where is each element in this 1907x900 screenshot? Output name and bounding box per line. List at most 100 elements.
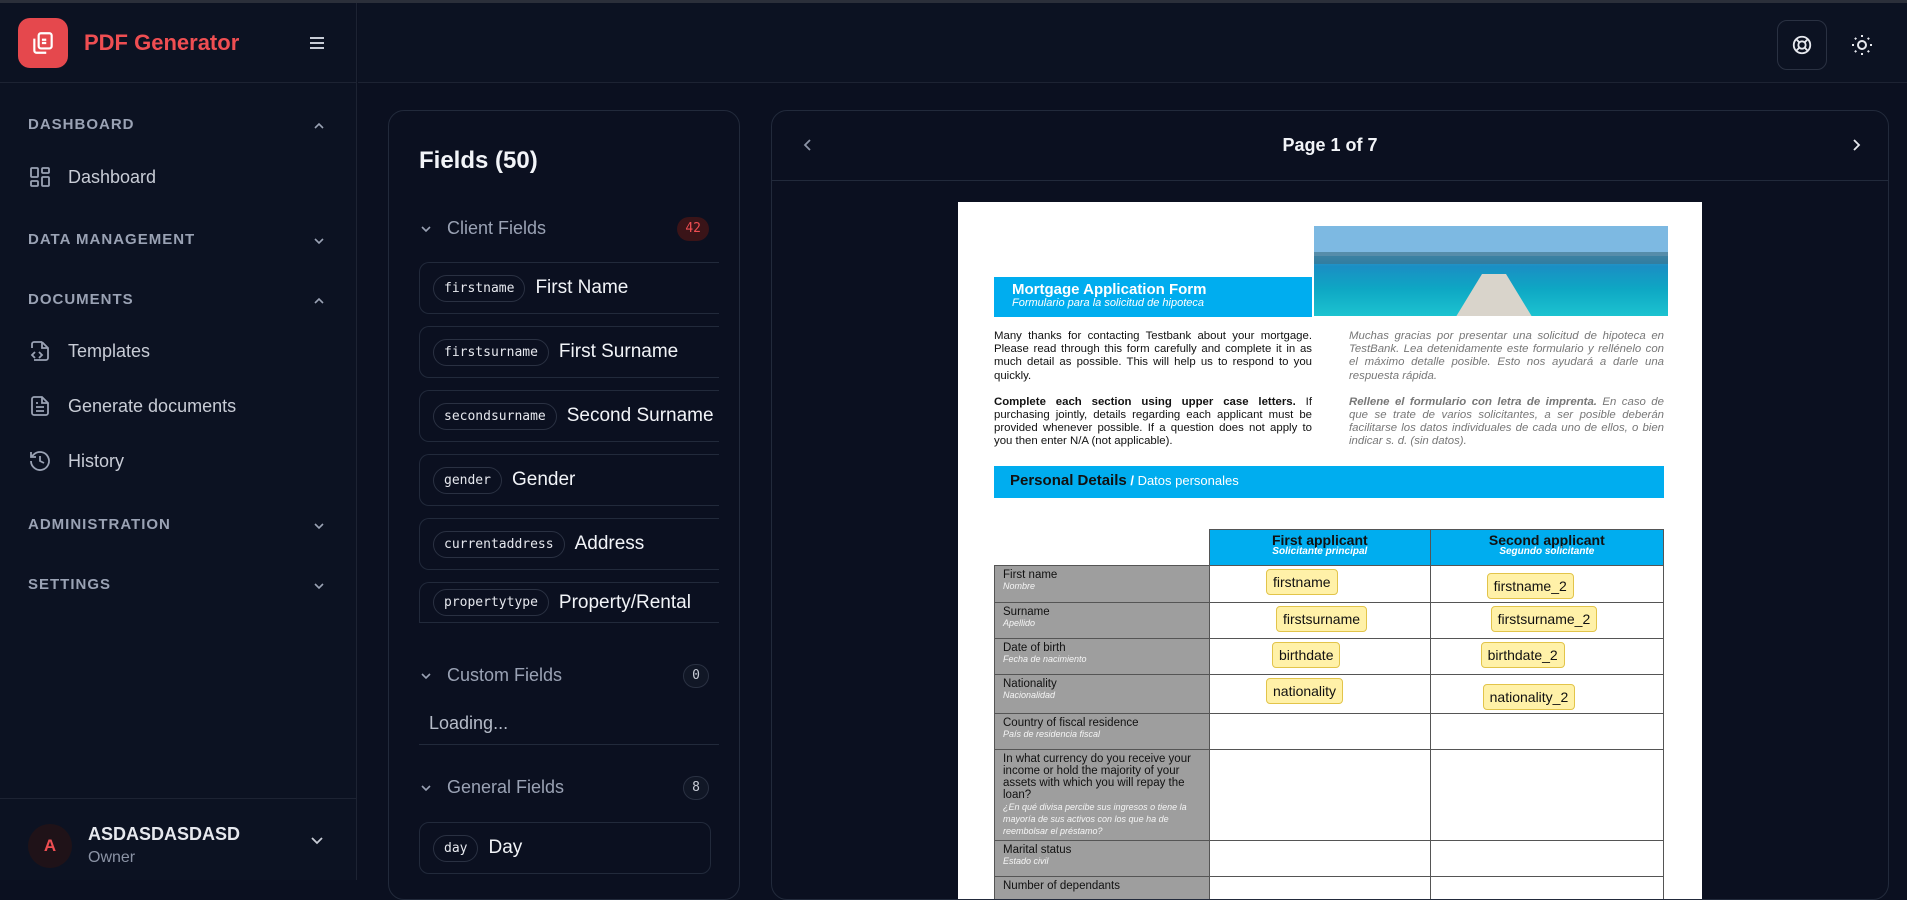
section-administration[interactable]: ADMINISTRATION (28, 516, 171, 533)
pdf-preview-panel: Page 1 of 7 Mortgage Application Form Fo… (771, 110, 1889, 900)
chevron-up-icon[interactable] (312, 119, 326, 133)
section-title: Personal Details (1010, 472, 1127, 489)
lifebuoy-icon (1791, 34, 1813, 56)
placeholder-chip[interactable]: nationality_2 (1483, 684, 1576, 710)
row-label-text: Surname (1003, 606, 1050, 618)
form-subtitle: Formulario para la solicitud de hipoteca (1012, 297, 1312, 309)
placeholder-chip[interactable]: firstname (1266, 569, 1338, 595)
field-item[interactable]: currentaddressAddress (419, 518, 719, 570)
dashboard-grid-icon (28, 165, 52, 189)
cell-first: firstsurname (1210, 603, 1431, 639)
cell-first (1210, 714, 1431, 750)
header-photo (1314, 226, 1668, 316)
sidebar-item-templates[interactable]: Templates (28, 339, 150, 363)
cell-first: birthdate (1210, 639, 1431, 675)
sidebar-item-dashboard[interactable]: Dashboard (28, 165, 156, 189)
cell-first (1210, 877, 1431, 900)
row-label: Number of dependants (995, 877, 1210, 900)
chevron-down-icon (419, 222, 433, 236)
section-settings[interactable]: SETTINGS (28, 576, 111, 593)
cell-second (1430, 841, 1663, 877)
row-label: SurnameApellido (995, 603, 1210, 639)
form-title-bar: Mortgage Application Form Formulario par… (994, 277, 1312, 317)
field-item[interactable]: propertytypeProperty/Rental (419, 582, 719, 622)
app-logo-icon[interactable] (18, 18, 68, 68)
user-role: Owner (88, 849, 135, 867)
field-key: day (433, 835, 478, 862)
cell-second (1430, 714, 1663, 750)
chevron-down-icon[interactable] (312, 234, 326, 248)
field-item[interactable]: day Day (419, 822, 711, 874)
row-label-sub: Nacionalidad (1003, 690, 1201, 700)
row-label-text: In what currency do you receive your inc… (1003, 753, 1191, 801)
count-badge: 8 (683, 776, 709, 800)
sidebar: PDF Generator DASHBOARD Dashboard DATA M… (0, 3, 357, 880)
field-label: Day (488, 837, 522, 859)
cell-first: nationality (1210, 675, 1431, 714)
table-row: Date of birthFecha de nacimiento birthda… (995, 639, 1664, 675)
intro-en-p1: Many thanks for contacting Testbank abou… (994, 330, 1312, 383)
cell-second: firstsurname_2 (1430, 603, 1663, 639)
loading-text: Loading... (429, 713, 508, 734)
placeholder-chip[interactable]: firstsurname_2 (1491, 606, 1598, 632)
table-row: Marital statusEstado civil (995, 841, 1664, 877)
pdf-page: Mortgage Application Form Formulario par… (958, 202, 1702, 900)
placeholder-chip[interactable]: firstsurname (1276, 606, 1367, 632)
field-key: gender (433, 467, 502, 494)
field-key: currentaddress (433, 531, 565, 558)
field-key: secondsurname (433, 403, 557, 430)
field-item[interactable]: firstsurnameFirst Surname (419, 326, 719, 378)
section-separator: / (1127, 473, 1138, 488)
hamburger-menu-icon[interactable] (306, 33, 328, 53)
section-dashboard[interactable]: DASHBOARD (28, 116, 135, 133)
pager: Page 1 of 7 (772, 111, 1888, 181)
next-page-button[interactable] (1848, 137, 1864, 153)
chevron-up-icon[interactable] (312, 294, 326, 308)
section-documents[interactable]: DOCUMENTS (28, 291, 134, 308)
group-general-fields[interactable]: General Fields 8 (419, 777, 709, 798)
row-label: First nameNombre (995, 566, 1210, 603)
field-item[interactable]: secondsurname Second Surname (419, 390, 719, 442)
fields-title: Fields (50) (419, 147, 538, 175)
count-badge: 42 (677, 217, 709, 241)
cell-second: firstname_2 (1430, 566, 1663, 603)
user-menu[interactable]: A ASDASDASDASD Owner (0, 798, 357, 880)
sidebar-item-generate-documents[interactable]: Generate documents (28, 394, 236, 418)
row-label-sub: ¿En qué divisa percibe sus ingresos o ti… (1003, 801, 1201, 837)
group-client-fields[interactable]: Client Fields 42 (419, 218, 709, 239)
placeholder-chip[interactable]: birthdate_2 (1481, 642, 1565, 668)
placeholder-chip[interactable]: nationality (1266, 678, 1343, 704)
row-label-sub: Nombre (1003, 581, 1201, 591)
row-label-text: Nationality (1003, 678, 1057, 690)
avatar: A (28, 824, 72, 868)
placeholder-chip[interactable]: firstname_2 (1487, 573, 1574, 599)
placeholder-chip[interactable]: birthdate (1272, 642, 1340, 668)
fields-panel: Fields (50) Client Fields 42 firstnameFi… (388, 110, 740, 900)
help-button[interactable] (1777, 20, 1827, 70)
chevron-down-icon[interactable] (309, 832, 325, 853)
cell-first (1210, 750, 1431, 841)
chevron-down-icon[interactable] (312, 519, 326, 533)
file-code-icon (28, 339, 52, 363)
theme-toggle-button[interactable] (1837, 20, 1887, 70)
section-data-management[interactable]: DATA MANAGEMENT (28, 231, 195, 248)
field-item[interactable]: firstnameFirst Name (419, 262, 719, 314)
row-label: Date of birthFecha de nacimiento (995, 639, 1210, 675)
top-header (358, 3, 1907, 83)
sun-icon (1850, 33, 1874, 57)
section-subtitle: Datos personales (1138, 473, 1239, 488)
row-label-text: Country of fiscal residence (1003, 717, 1139, 729)
intro-es-p2: Rellene el formulario con letra de impre… (1349, 396, 1664, 449)
field-label: Second Surname (567, 405, 714, 427)
sidebar-item-history[interactable]: History (28, 449, 124, 473)
chevron-down-icon[interactable] (312, 579, 326, 593)
app-name: PDF Generator (84, 30, 239, 56)
group-label: Custom Fields (447, 665, 562, 686)
table-row: Country of fiscal residencePaís de resid… (995, 714, 1664, 750)
col-header-second: Second applicantSegundo solicitante (1430, 530, 1663, 566)
group-custom-fields[interactable]: Custom Fields 0 (419, 665, 709, 686)
group-label: General Fields (447, 777, 564, 798)
field-item[interactable]: genderGender (419, 454, 719, 506)
row-label-sub: Estado civil (1003, 856, 1201, 866)
table-row: First nameNombre firstname firstname_2 (995, 566, 1664, 603)
